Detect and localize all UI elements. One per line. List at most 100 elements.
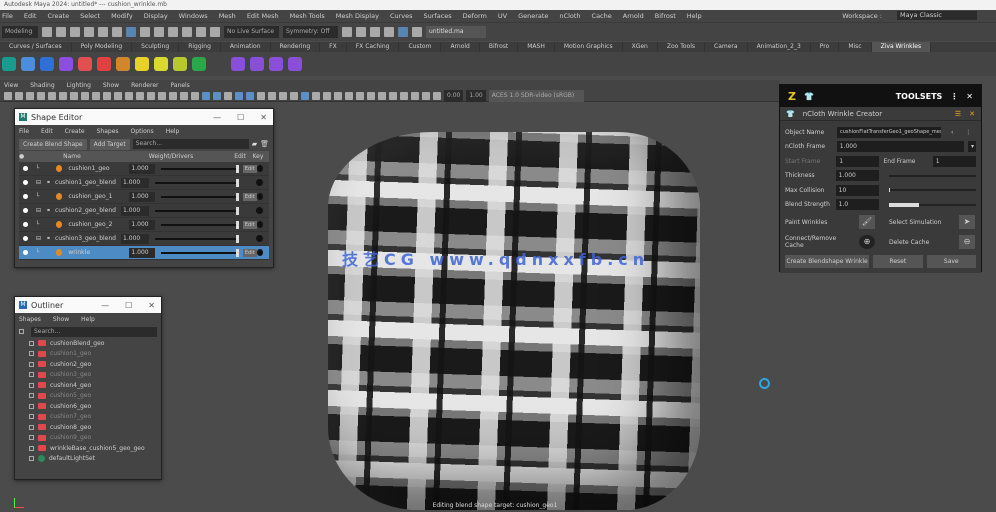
weight-field[interactable]: 1.000 — [121, 205, 150, 216]
select-hierarchy-icon[interactable] — [112, 27, 122, 37]
object-name-field[interactable]: cushionFlatTransferGeo1_geoShape_mesh — [837, 126, 941, 138]
blend-strength-slider[interactable] — [888, 202, 976, 207]
panel-tool-icon[interactable] — [345, 91, 353, 100]
expand-toggle[interactable] — [29, 372, 34, 378]
shelf-tab[interactable]: Poly Modeling — [72, 42, 133, 52]
workspace-selector[interactable]: Workspace : Maya Classic — [842, 11, 988, 20]
slider-handle[interactable] — [235, 220, 239, 229]
panel-tool-icon[interactable] — [158, 91, 166, 100]
menu-uv[interactable]: UV — [498, 12, 507, 20]
panel-tool-icon[interactable] — [59, 91, 67, 100]
dropdown-icon[interactable]: ▾ — [968, 141, 976, 153]
maximize-icon[interactable]: ☐ — [125, 301, 132, 310]
weight-slider[interactable] — [155, 178, 240, 187]
visibility-toggle[interactable] — [23, 208, 28, 213]
filter-icon[interactable] — [19, 329, 24, 334]
menu-generate[interactable]: Generate — [518, 12, 548, 20]
close-icon[interactable]: ✕ — [148, 301, 155, 310]
plaid-cushion-mesh[interactable] — [328, 132, 700, 510]
panel-tool-icon[interactable] — [213, 91, 221, 100]
shelf-tab[interactable]: Misc — [839, 42, 872, 52]
panel-tool-icon[interactable] — [334, 91, 342, 100]
pause-icon[interactable] — [412, 27, 422, 37]
undo-icon[interactable] — [84, 27, 94, 37]
weight-field[interactable]: 1.000 — [121, 177, 150, 188]
blend-strength-field[interactable]: 1.0 — [835, 199, 879, 211]
shelf-tool-icon[interactable] — [40, 57, 54, 71]
max-collision-slider[interactable] — [888, 188, 976, 193]
menu-mesh-display[interactable]: Mesh Display — [336, 12, 379, 20]
colorspace-dropdown[interactable]: ACES 1.0 SDR-video (sRGB) — [488, 89, 584, 102]
menu-edit-mesh[interactable]: Edit Mesh — [247, 12, 279, 20]
expand-toggle[interactable] — [29, 456, 34, 462]
shelf-tab[interactable]: FX Caching — [347, 42, 400, 52]
thickness-field[interactable]: 1.000 — [835, 170, 879, 182]
chevron-left-icon[interactable]: ‹ — [951, 129, 953, 136]
shape-editor-titlebar[interactable]: M Shape Editor — ☐ ✕ — [15, 109, 273, 125]
outliner-search-input[interactable]: Search... — [31, 326, 157, 337]
weight-field[interactable]: 1.000 — [129, 163, 156, 174]
weight-field[interactable]: 1.000 — [129, 247, 156, 258]
panel-menu-view[interactable]: View — [4, 82, 18, 89]
menu-display[interactable]: Display — [144, 12, 168, 20]
outliner-item[interactable]: cushion7_geo — [15, 412, 161, 423]
shelf-tab[interactable]: Curves / Surfaces — [0, 42, 72, 52]
paint-brush-button[interactable]: 🖌 — [859, 215, 875, 229]
menu-edit[interactable]: Edit — [24, 12, 37, 20]
expand-toggle[interactable] — [29, 340, 34, 346]
shape-row[interactable]: └ cushion_geo_2 1.000 Edit — [19, 218, 269, 232]
panel-tool-icon[interactable] — [268, 91, 276, 100]
shape-editor-menu-item[interactable]: Help — [166, 128, 180, 135]
menu-help[interactable]: Help — [687, 12, 702, 20]
expand-toggle[interactable] — [29, 403, 34, 409]
outliner-item[interactable]: cushion2_geo — [15, 359, 161, 370]
panel-tool-icon[interactable] — [4, 91, 12, 100]
live-surface-field[interactable]: No Live Surface — [224, 26, 279, 38]
workspace-dropdown[interactable]: Maya Classic — [897, 11, 977, 20]
visibility-toggle[interactable] — [23, 180, 28, 185]
panel-menu-renderer[interactable]: Renderer — [131, 82, 158, 89]
key-button[interactable] — [256, 193, 264, 200]
shape-row[interactable]: ⊟ ⚭ cushion2_geo_blend 1.000 — [19, 204, 269, 218]
slider-handle[interactable] — [236, 178, 240, 187]
shelf-tab[interactable]: Zoo Tools — [658, 42, 706, 52]
add-target-button[interactable]: Add Target — [89, 138, 130, 150]
far-clip-field[interactable]: 1.00 — [466, 89, 486, 102]
snap-curve-icon[interactable] — [168, 27, 178, 37]
expand-toggle[interactable] — [29, 414, 34, 420]
ipr-icon[interactable] — [356, 27, 366, 37]
expand-toggle[interactable] — [29, 351, 34, 357]
outliner-item[interactable]: cushion9_geo — [15, 433, 161, 444]
outliner-item[interactable]: cushion4_geo — [15, 380, 161, 391]
expand-toggle[interactable] — [29, 382, 34, 388]
visibility-toggle[interactable] — [23, 194, 28, 199]
expand-toggle[interactable] — [29, 393, 34, 399]
slider-handle[interactable] — [236, 234, 240, 243]
shape-row[interactable]: ⊟ ⚭ cushion3_geo_blend 1.000 — [19, 232, 269, 246]
panel-menu-shading[interactable]: Shading — [30, 82, 54, 89]
open-scene-icon[interactable] — [56, 27, 66, 37]
key-button[interactable] — [256, 207, 263, 214]
shelf-tab[interactable]: Custom — [399, 42, 442, 52]
start-frame-field[interactable]: 1 — [836, 155, 880, 167]
outliner-titlebar[interactable]: M Outliner — ☐ ✕ — [15, 297, 161, 313]
panel-tool-icon[interactable] — [147, 91, 155, 100]
edit-button[interactable]: Edit — [242, 192, 257, 201]
shelf-tool-icon[interactable] — [21, 57, 35, 71]
slider-handle[interactable] — [235, 192, 239, 201]
shelf-tool-icon[interactable] — [2, 57, 16, 71]
panel-tool-icon[interactable] — [356, 91, 364, 100]
shape-row[interactable]: └ wrinkle 1.000 Edit — [19, 246, 269, 260]
edit-button[interactable]: Edit — [242, 164, 257, 173]
shelf-tab[interactable]: Arnold — [441, 42, 480, 52]
outliner-item[interactable]: cushion1_geo — [15, 349, 161, 360]
outliner-menu-item[interactable]: Help — [81, 316, 95, 323]
shelf-tab[interactable]: Rigging — [179, 42, 221, 52]
shelf-tab[interactable]: Animation — [221, 42, 271, 52]
shelf-tool-icon[interactable] — [173, 57, 187, 71]
menu-bifrost[interactable]: Bifrost — [655, 12, 676, 20]
panel-menu-show[interactable]: Show — [103, 82, 119, 89]
panel-tool-icon[interactable] — [202, 91, 210, 100]
close-icon[interactable]: ✕ — [966, 92, 973, 101]
weight-slider[interactable] — [161, 220, 239, 229]
